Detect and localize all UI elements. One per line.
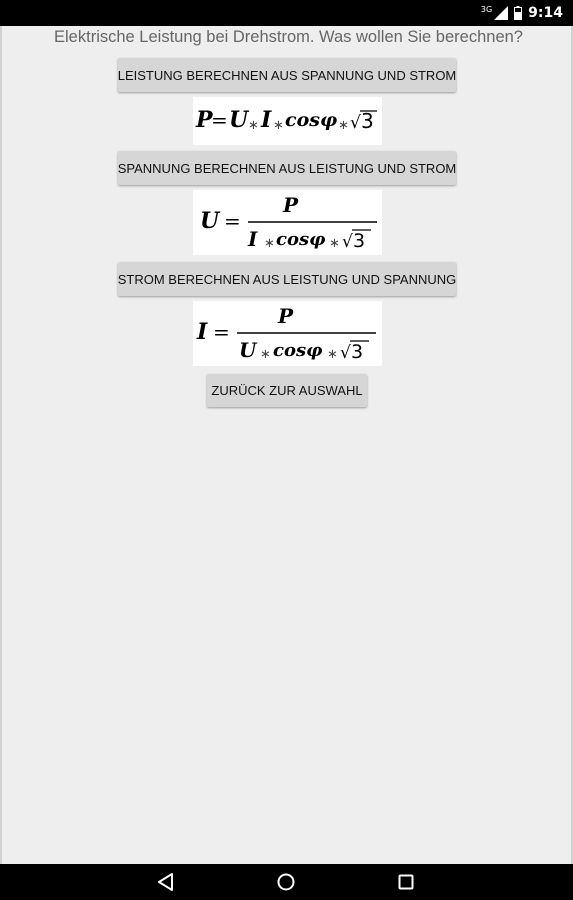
formula-symbol: ∗ bbox=[327, 347, 338, 362]
calculate-power-button[interactable]: LEISTUNG BERECHNEN AUS SPANNUNG UND STRO… bbox=[118, 58, 456, 92]
formula-symbol: ∗ bbox=[338, 118, 349, 133]
back-icon[interactable] bbox=[153, 870, 179, 894]
calculate-current-button[interactable]: STROM BERECHNEN AUS LEISTUNG UND SPANNUN… bbox=[118, 262, 456, 296]
network-type-label: 3G bbox=[480, 4, 493, 14]
formula-symbol: ∗ bbox=[329, 236, 340, 251]
formula-symbol: P bbox=[282, 193, 299, 217]
status-bar: 3G 9:14 bbox=[0, 0, 573, 26]
formula-symbol: ∗ bbox=[260, 347, 271, 362]
formula-symbol: U bbox=[200, 208, 221, 234]
formula-symbol: I bbox=[196, 319, 208, 345]
page-title: Elektrische Leistung bei Drehstrom. Was … bbox=[54, 28, 523, 46]
formula-symbol: √ bbox=[350, 113, 361, 133]
main-content: Elektrische Leistung bei Drehstrom. Was … bbox=[0, 26, 573, 864]
formula-symbol: U bbox=[229, 107, 250, 133]
formula-symbol: = bbox=[224, 209, 241, 233]
formula-symbol: √ bbox=[340, 343, 351, 363]
formula-symbol: I bbox=[260, 107, 272, 133]
formula-symbol: 3 bbox=[351, 341, 363, 363]
formula-symbol: cosφ bbox=[276, 229, 326, 250]
formula-symbol: U bbox=[239, 338, 258, 362]
formula-symbol: 3 bbox=[361, 109, 374, 133]
current-formula: I = P U ∗ cosφ ∗ √ 3 bbox=[193, 301, 382, 366]
navigation-bar bbox=[0, 864, 573, 900]
formula-symbol: √ bbox=[342, 232, 353, 252]
app-screen: 3G 9:14 Elektrische Leistung bei Drehstr… bbox=[0, 0, 573, 900]
clock: 9:14 bbox=[528, 5, 563, 21]
formula-symbol: = bbox=[213, 320, 230, 344]
formula-symbol: P bbox=[277, 304, 294, 328]
voltage-formula: U = P I ∗ cosφ ∗ √ 3 bbox=[193, 190, 382, 255]
signal-icon bbox=[494, 6, 509, 20]
formula-symbol: ∗ bbox=[273, 118, 284, 133]
status-icons: 3G 9:14 bbox=[481, 0, 563, 26]
recents-icon[interactable] bbox=[393, 870, 419, 894]
back-to-selection-button[interactable]: ZURÜCK ZUR AUSWAHL bbox=[207, 374, 367, 407]
formula-symbol: cosφ bbox=[285, 109, 337, 131]
calculate-voltage-button[interactable]: SPANNUNG BERECHNEN AUS LEISTUNG UND STRO… bbox=[118, 151, 456, 185]
formula-symbol: 3 bbox=[353, 230, 365, 252]
power-formula: P = U ∗ I ∗ cosφ ∗ √ 3 bbox=[193, 97, 382, 145]
battery-icon bbox=[514, 6, 523, 20]
formula-symbol: = bbox=[211, 108, 228, 132]
formula-symbol: ∗ bbox=[248, 118, 259, 133]
home-icon[interactable] bbox=[273, 870, 299, 894]
formula-symbol: ∗ bbox=[264, 236, 275, 251]
formula-symbol: cosφ bbox=[273, 340, 323, 361]
formula-symbol: I bbox=[247, 227, 258, 251]
